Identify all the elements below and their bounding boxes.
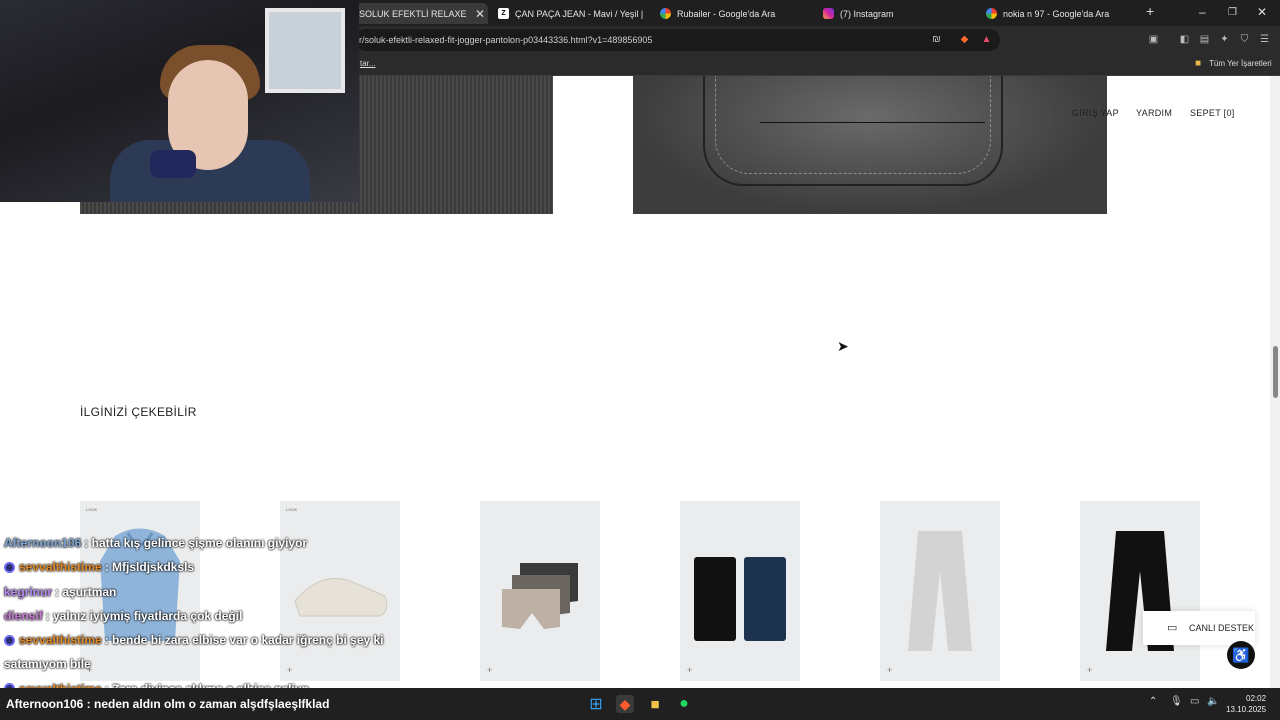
- chat-username: kegrinur: [4, 584, 53, 599]
- chat-text: satamıyom bile: [4, 657, 91, 672]
- microphone-icon: [150, 150, 196, 178]
- add-to-cart-icon[interactable]: +: [887, 665, 892, 675]
- product-image-pocket[interactable]: [633, 76, 1107, 214]
- search-label: ARA: [760, 106, 777, 115]
- clock-time: 02:02: [1246, 694, 1267, 703]
- accessibility-icon[interactable]: ♿: [1227, 641, 1255, 669]
- spotify-icon[interactable]: ●: [675, 695, 693, 713]
- page-scrollbar[interactable]: [1270, 76, 1280, 688]
- black-pants-image: [1106, 531, 1174, 651]
- scrollbar-thumb[interactable]: [1273, 346, 1278, 398]
- tab-google-nokia[interactable]: nokia n 97 - Google'da Ara: [986, 3, 1136, 24]
- google-icon: [986, 8, 997, 19]
- restore-button[interactable]: ❐: [1228, 7, 1237, 18]
- product-card-black-pants[interactable]: +: [1080, 501, 1200, 681]
- live-support-button[interactable]: ▭ CANLI DESTEK: [1143, 611, 1255, 645]
- new-tab-button[interactable]: +: [1146, 3, 1154, 19]
- cart-link[interactable]: SEPET [0]: [1190, 108, 1235, 118]
- chat-text: : aşurtman: [55, 584, 117, 599]
- chat-message: diensif : yalnız iyiymiş fiyatlarda çok …: [4, 604, 434, 628]
- help-link[interactable]: YARDIM: [1136, 108, 1172, 118]
- tab-label: SOLUK EFEKTLİ RELAXED FIT JO: [359, 8, 467, 19]
- vpn-icon[interactable]: ⛉: [1238, 33, 1251, 46]
- leo-ai-icon[interactable]: ✦: [1218, 33, 1231, 46]
- tab-label: Rubailer - Google'da Ara: [677, 8, 776, 19]
- all-bookmarks-link[interactable]: Tüm Yer İşaretleri: [1209, 59, 1272, 68]
- chat-text: : Mfjsldjskdksls: [104, 560, 195, 575]
- stream-chat-latest: Afternoon106 : neden aldın olm o zaman a…: [6, 697, 330, 711]
- product-card-perfume[interactable]: +: [680, 501, 800, 681]
- google-icon: [660, 8, 671, 19]
- system-clock[interactable]: 02:02 13.10.2025: [1226, 693, 1266, 715]
- clock-date: 13.10.2025: [1226, 705, 1267, 714]
- chat-text: : yalnız iyiymiş fiyatlarda çok değil: [45, 608, 243, 623]
- windows-start-icon[interactable]: ⊞: [587, 695, 605, 713]
- windows-taskbar: Afternoon106 : neden aldın olm o zaman a…: [0, 688, 1280, 720]
- chat-bubble-icon: ▭: [1167, 622, 1178, 634]
- tab-zara-jean[interactable]: Z ÇAN PAÇA JEAN - Mavi / Yeşil | ZARA: [498, 3, 643, 24]
- add-to-cart-icon[interactable]: +: [687, 665, 692, 675]
- chat-username: sevvalthistime: [19, 633, 102, 648]
- add-to-cart-icon[interactable]: +: [1087, 665, 1092, 675]
- chat-username: Afternoon106: [4, 536, 82, 550]
- product-card-grey-pants[interactable]: +: [880, 501, 1000, 681]
- tab-google-rubailer[interactable]: Rubailer - Google'da Ara: [660, 3, 810, 24]
- perfume-image: [694, 557, 786, 641]
- chat-text: : hatta kış gelince şişme olanını giyiyo…: [84, 536, 308, 550]
- sidebar-icon[interactable]: ◧: [1178, 33, 1191, 46]
- product-card-boxers[interactable]: +: [480, 501, 600, 681]
- pocket-stitching: [715, 76, 991, 174]
- room-window: [265, 8, 345, 93]
- chat-message: sevvalthistime : Mfjsldjskdksls: [4, 555, 434, 579]
- tab-label: ÇAN PAÇA JEAN - Mavi / Yeşil | ZARA: [515, 8, 643, 19]
- tab-label: nokia n 97 - Google'da Ara: [1003, 8, 1110, 19]
- search-input[interactable]: [760, 122, 985, 123]
- minimize-button[interactable]: –: [1199, 5, 1206, 19]
- tab-instagram[interactable]: (7) Instagram: [823, 3, 973, 24]
- brave-browser-icon[interactable]: ◆: [616, 695, 634, 713]
- recommendations-title: İLGİNİZİ ÇEKEBİLİR: [80, 405, 197, 419]
- zara-icon: Z: [498, 8, 509, 19]
- menu-icon[interactable]: ☰: [1258, 33, 1271, 46]
- add-to-cart-icon[interactable]: +: [487, 665, 492, 675]
- url-text: r/soluk-efektli-relaxed-fit-jogger-panto…: [359, 35, 653, 45]
- network-icon[interactable]: ▭: [1190, 696, 1199, 707]
- boxers-image: [502, 563, 578, 629]
- tab-close-icon[interactable]: ✕: [475, 7, 485, 21]
- tray-chevron-up-icon[interactable]: ⌃: [1149, 696, 1157, 707]
- url-field[interactable]: r/soluk-efektli-relaxed-fit-jogger-panto…: [355, 29, 1000, 51]
- login-link[interactable]: GİRİŞ YAP: [1072, 108, 1119, 118]
- bookmark-item[interactable]: tar...: [360, 59, 376, 68]
- streamer-webcam: [0, 0, 359, 202]
- reader-mode-icon[interactable]: ₪: [930, 33, 943, 46]
- chat-badge-icon: [4, 561, 15, 573]
- microphone-tray-icon[interactable]: 🎙: [1170, 696, 1183, 707]
- volume-icon[interactable]: 🔈: [1207, 696, 1219, 707]
- brave-shields-icon[interactable]: ◆: [958, 33, 971, 46]
- close-window-button[interactable]: ✕: [1257, 5, 1267, 19]
- chat-username: diensif: [4, 608, 43, 623]
- mouse-cursor-icon: ➤: [837, 338, 849, 354]
- chat-message: kegrinur : aşurtman: [4, 580, 434, 604]
- chat-message: Afternoon106 : hatta kış gelince şişme o…: [4, 531, 434, 555]
- folder-icon: ■: [1195, 58, 1202, 69]
- chat-message-continued: satamıyom bile: [4, 652, 434, 676]
- chat-badge-icon: [4, 634, 15, 646]
- wallet-icon[interactable]: ▤: [1198, 33, 1211, 46]
- instagram-icon: [823, 8, 834, 19]
- grey-pants-image: [908, 531, 972, 651]
- chat-message: sevvalthistime : bende bi zara elbise va…: [4, 628, 434, 652]
- brave-rewards-icon[interactable]: ▲: [980, 33, 993, 46]
- file-explorer-icon[interactable]: ■: [646, 695, 664, 713]
- chat-username: sevvalthistime: [19, 560, 102, 575]
- chat-text: : bende bi zara elbise var o kadar iğren…: [104, 633, 384, 648]
- media-icon[interactable]: ▣: [1147, 33, 1160, 46]
- live-support-label: CANLI DESTEK: [1189, 623, 1255, 633]
- stream-chat-overlay: Afternoon106 : hatta kış gelince şişme o…: [4, 531, 434, 701]
- tab-label: (7) Instagram: [840, 8, 894, 19]
- tab-zara-jogger[interactable]: SOLUK EFEKTLİ RELAXED FIT JO ✕: [355, 3, 488, 24]
